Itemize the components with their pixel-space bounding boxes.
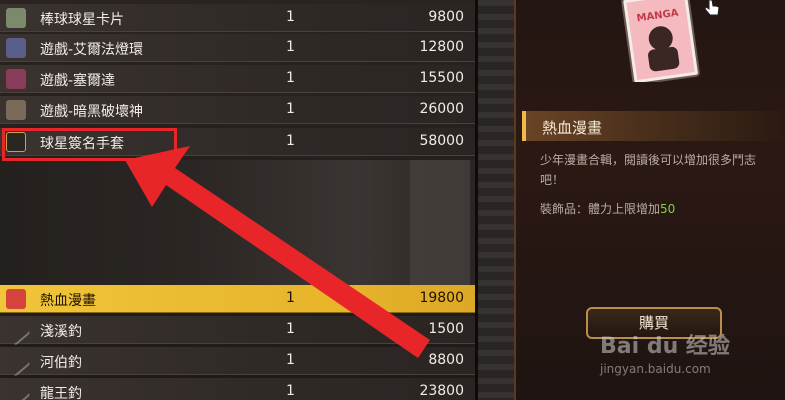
annotation-arrow bbox=[125, 146, 430, 358]
